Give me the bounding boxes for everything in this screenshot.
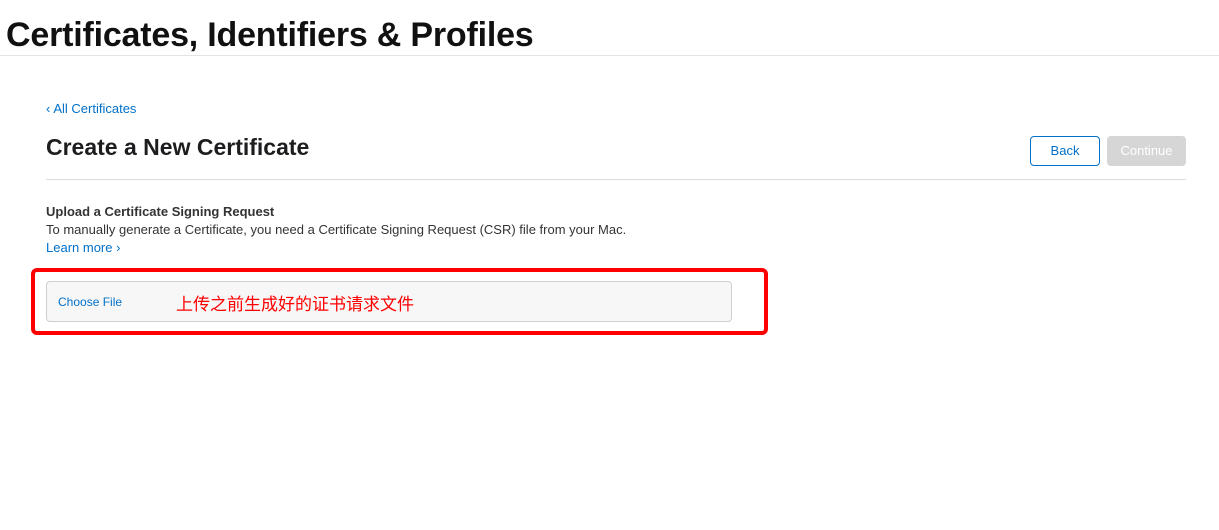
learn-more-link[interactable]: Learn more › (46, 240, 120, 256)
site-title: Certificates, Identifiers & Profiles (6, 16, 534, 54)
chevron-right-icon: › (116, 240, 121, 255)
upload-description: To manually generate a Certificate, you … (46, 222, 627, 237)
page: Certificates, Identifiers & Profiles ‹ Al… (0, 0, 1219, 530)
section-divider (46, 179, 1186, 180)
back-button[interactable]: Back (1030, 136, 1100, 166)
all-certificates-link[interactable]: ‹ All Certificates (46, 100, 136, 117)
continue-button[interactable]: Continue (1107, 136, 1186, 166)
learn-more-label: Learn more (46, 240, 113, 255)
all-certificates-label: All Certificates (53, 101, 137, 116)
annotation-text: 上传之前生成好的证书请求文件 (176, 295, 414, 315)
page-heading: Create a New Certificate (46, 134, 310, 160)
chevron-left-icon: ‹ (46, 101, 51, 116)
title-divider (0, 55, 1219, 56)
upload-section-title: Upload a Certificate Signing Request (46, 204, 275, 219)
choose-file-button[interactable]: Choose File (58, 294, 122, 310)
